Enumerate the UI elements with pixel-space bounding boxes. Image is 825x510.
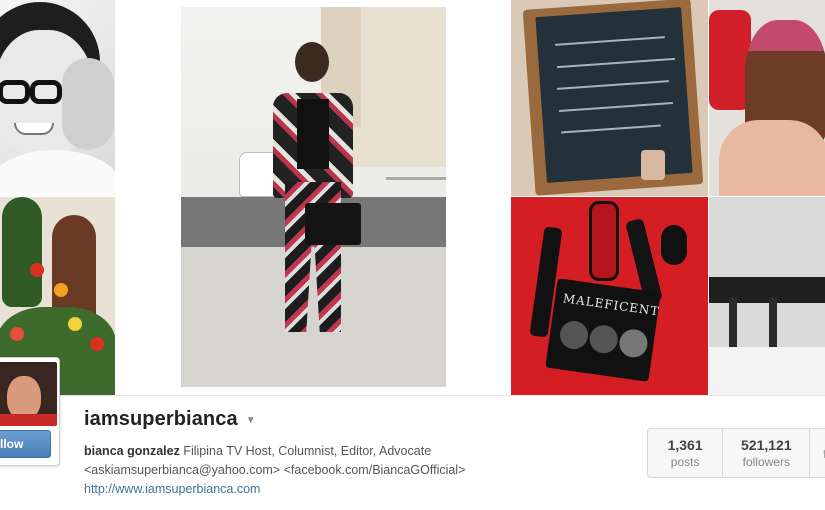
username: iamsuperbianca — [84, 408, 238, 430]
stat-label: followers — [742, 455, 790, 469]
stat-value: 1,361 — [667, 437, 703, 453]
stat-followers[interactable]: 521,121 followers — [723, 429, 811, 477]
username-row: iamsuperbianca ▼ — [84, 408, 256, 431]
profile-header: llow iamsuperbianca ▼ bianca gonzalez Fi… — [0, 357, 825, 510]
avatar-photo — [0, 362, 57, 426]
stat-value: 521,121 — [741, 437, 792, 453]
follow-button[interactable]: llow — [0, 430, 51, 458]
website-link[interactable]: http://www.iamsuperbianca.com — [84, 482, 260, 496]
photo-fashion-street[interactable] — [181, 7, 446, 387]
photo-makeup[interactable]: MALEFICENT — [511, 197, 708, 395]
profile-bio: bianca gonzalez Filipina TV Host, Column… — [84, 442, 624, 499]
bio-text: Filipina TV Host, Columnist, Editor, Adv… — [183, 444, 432, 458]
palette-label: MALEFICENT — [562, 291, 661, 319]
caret-down-icon[interactable]: ▼ — [246, 415, 256, 426]
bio-line-1: bianca gonzalez Filipina TV Host, Column… — [84, 442, 624, 461]
photo-portrait-glasses[interactable] — [0, 0, 115, 196]
photo-dessert-cup[interactable] — [709, 0, 825, 196]
bio-line-2: <askiamsuperbianca@yahoo.com> <facebook.… — [84, 463, 466, 477]
stat-following[interactable]: fo — [810, 429, 825, 477]
full-name: bianca gonzalez — [84, 444, 180, 458]
photo-collage: MALEFICENT — [0, 0, 825, 395]
photo-chalkboard[interactable] — [511, 0, 708, 196]
avatar[interactable]: llow — [0, 357, 60, 466]
photo-store-interior[interactable] — [709, 197, 825, 395]
stat-label: posts — [670, 455, 700, 469]
stat-posts[interactable]: 1,361 posts — [648, 429, 724, 477]
profile-stats: 1,361 posts 521,121 followers fo — [647, 428, 825, 478]
